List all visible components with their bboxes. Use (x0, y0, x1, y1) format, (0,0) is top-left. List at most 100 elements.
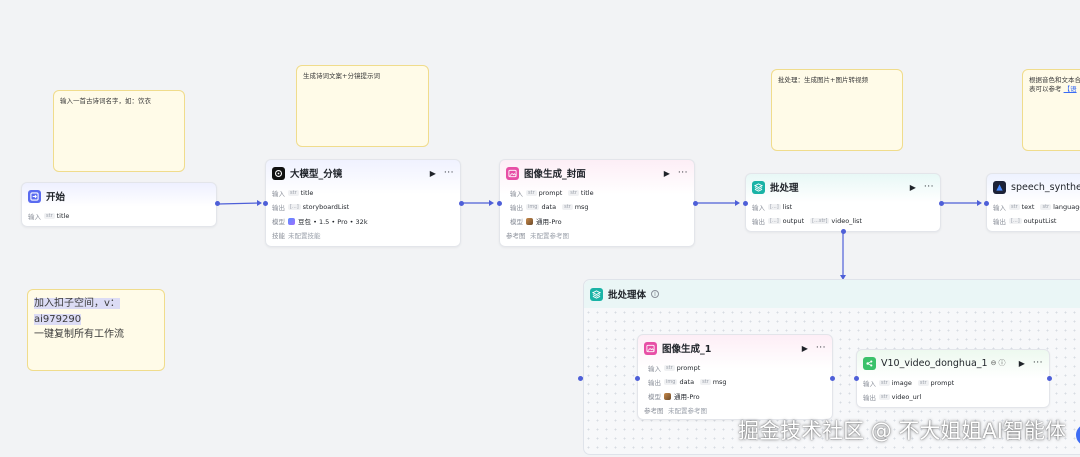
output-port[interactable] (939, 201, 944, 206)
note-link[interactable]: 【语 (1064, 85, 1077, 93)
row-label: 参考图 (506, 232, 526, 240)
node-image-gen-1[interactable]: 图像生成_1 ▶ ··· 输入 str prompt 输出 img data str msg … (637, 334, 833, 420)
node-batch[interactable]: 批处理 ▶ ··· 输入 [...] list 输出 [...] output [...st… (745, 173, 941, 232)
output-port[interactable] (693, 201, 698, 206)
node-title: V10_video_donghua_1 (881, 357, 988, 369)
note-text: 生成诗词文案+分镜提示词 (303, 72, 380, 80)
param-name: msg (574, 203, 589, 211)
type-tag: img (526, 204, 540, 210)
output-port[interactable] (459, 201, 464, 206)
param-name: video_url (891, 393, 922, 401)
param-name: title (300, 189, 314, 197)
row-label: 输入 (863, 380, 876, 388)
param-name: image (891, 379, 912, 387)
image-icon (506, 166, 519, 180)
row-label: 参考图 (644, 407, 664, 415)
type-tag: [...] (1009, 218, 1022, 224)
promo-text: 一键复制所有工作流 (34, 329, 124, 340)
input-port[interactable] (743, 201, 748, 206)
row-label: 模型 (272, 218, 285, 226)
param-name: title (580, 189, 594, 197)
run-icon[interactable]: ▶ (664, 169, 670, 178)
note-text: 输入一首古诗词名字，如：饮衣 (60, 97, 151, 105)
note-text: 表可以参考 (1029, 84, 1062, 93)
type-tag: str (664, 365, 675, 371)
more-icon[interactable]: ··· (816, 343, 826, 353)
type-tag: [...str] (810, 218, 830, 224)
note-speech-hint[interactable]: 根据音色和文本合 表可以参考 【语 (1022, 69, 1080, 151)
type-tag: str (568, 190, 579, 196)
type-tag: str (526, 190, 537, 196)
lock-icon: ⊖ (990, 359, 997, 367)
more-icon[interactable]: ··· (924, 182, 934, 192)
param-name: outputList (1023, 217, 1057, 225)
batch-icon (752, 180, 765, 194)
arrow-head (977, 200, 982, 206)
output-port[interactable] (830, 376, 835, 381)
node-llm-storyboard[interactable]: 大模型_分镜 ▶ ··· 输入 str title 输出 [...] storyboard… (265, 159, 461, 247)
note-promo[interactable]: 加入扣子空间，v： ai979290 一键复制所有工作流 (27, 289, 165, 371)
arrow-head (257, 200, 262, 206)
run-icon[interactable]: ▶ (910, 183, 916, 192)
node-image-cover[interactable]: 图像生成_封面 ▶ ··· 输入 str prompt str title 输出 img da… (499, 159, 695, 247)
row-label: 输出 (993, 218, 1006, 226)
watermark: 掘金技术社区 @ 不大姐姐AI智能体 (738, 419, 1066, 443)
input-port[interactable] (263, 201, 268, 206)
type-tag: [...] (288, 204, 301, 210)
input-port[interactable] (497, 201, 502, 206)
row-label: 输入 (648, 365, 661, 373)
input-port[interactable] (984, 201, 989, 206)
note-storyboard-hint[interactable]: 生成诗词文案+分镜提示词 (296, 65, 429, 147)
type-tag: str (879, 380, 890, 386)
type-tag: str (44, 213, 55, 219)
model-name: 通用-Pro (674, 393, 700, 401)
run-icon[interactable]: ▶ (1019, 359, 1025, 368)
info-icon[interactable]: ⓘ (998, 358, 1005, 368)
note-batch-hint[interactable]: 批处理：生成图片+图片转视频 (771, 69, 903, 151)
param-name: prompt (930, 379, 955, 387)
run-icon[interactable]: ▶ (430, 169, 436, 178)
group-input-port[interactable] (578, 376, 583, 381)
promo-text: 加入扣子空间，v： (34, 298, 120, 309)
param-name: video_list (831, 217, 862, 225)
ref-value: 未配置参考图 (530, 232, 569, 240)
type-tag: str (1040, 204, 1052, 210)
type-tag: [...] (768, 204, 781, 210)
model-name: 豆包 • 1.5 • Pro • 32k (298, 218, 368, 226)
param-name: prompt (538, 189, 563, 197)
row-label: 模型 (510, 218, 523, 226)
param-name: data (679, 378, 695, 386)
doubao-icon (288, 217, 295, 225)
param-name: msg (712, 378, 727, 386)
run-icon[interactable]: ▶ (802, 344, 808, 353)
more-icon[interactable]: ··· (444, 168, 454, 178)
info-icon[interactable]: i (651, 290, 660, 298)
param-name: data (541, 203, 557, 211)
param-name: list (782, 203, 793, 211)
node-start[interactable]: 开始 输入 str title (21, 182, 217, 227)
type-tag: str (288, 190, 299, 196)
batch-body-port[interactable] (841, 229, 846, 234)
output-port[interactable] (1047, 376, 1052, 381)
type-tag: str (917, 380, 929, 386)
ref-value: 未配置参考图 (668, 407, 707, 415)
more-icon[interactable]: ··· (1033, 358, 1043, 368)
workflow-canvas[interactable]: 输入一首古诗词名字，如：饮衣 生成诗词文案+分镜提示词 批处理：生成图片+图片转… (0, 0, 1080, 457)
arrow-head (489, 200, 494, 206)
output-port[interactable] (215, 201, 220, 206)
type-tag: img (664, 379, 678, 385)
row-label: 模型 (648, 393, 661, 401)
node-video-donghua[interactable]: V10_video_donghua_1 ⊖ ⓘ ▶ ··· 输入 str image s… (856, 349, 1050, 408)
type-tag: str (700, 379, 711, 385)
input-port[interactable] (635, 376, 640, 381)
more-icon[interactable]: ··· (678, 168, 688, 178)
row-label: 输出 (272, 204, 285, 212)
note-input-hint[interactable]: 输入一首古诗词名字，如：饮衣 (53, 90, 185, 172)
param-name: storyboardList (302, 203, 350, 211)
model-name: 通用-Pro (536, 218, 562, 226)
input-port[interactable] (854, 376, 859, 381)
start-icon (28, 189, 41, 203)
node-speech-synthesis[interactable]: speech_synthesis 输入strtextstrlanguage 输出… (986, 173, 1080, 232)
model-thumb-icon (664, 392, 671, 400)
arrow-head (735, 200, 740, 206)
